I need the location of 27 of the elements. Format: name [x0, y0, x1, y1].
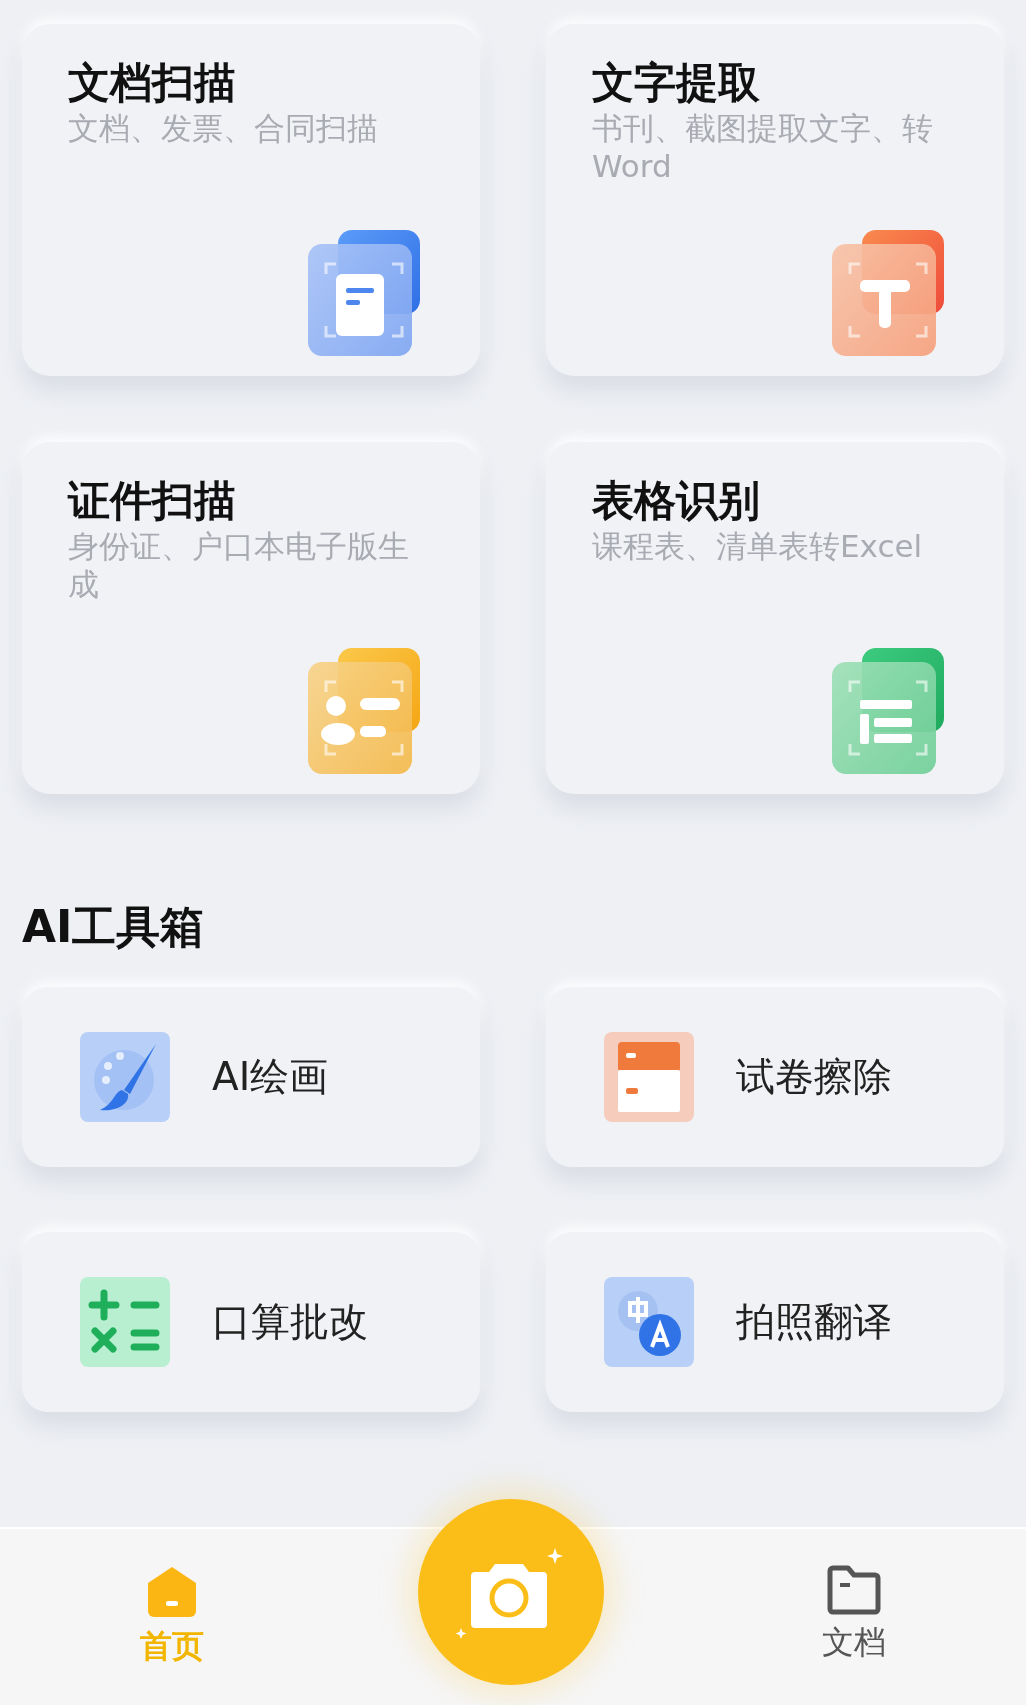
card-title: 文字提取	[592, 58, 761, 109]
feature-card[interactable]: 表格识别 课程表、清单表转Excel	[546, 442, 1004, 794]
card-title: 证件扫描	[68, 476, 237, 527]
card-title: 文档扫描	[68, 58, 237, 109]
tool-label: AI绘画	[212, 1053, 329, 1101]
card-subtitle: 身份证、户口本电子版生成	[68, 528, 410, 603]
feature-card[interactable]: 证件扫描 身份证、户口本电子版生成	[22, 442, 480, 794]
exam-paper-icon	[604, 1032, 694, 1122]
paintbrush-icon	[80, 1032, 170, 1122]
tool-label: 试卷擦除	[736, 1053, 892, 1101]
tool-card[interactable]: 口算批改	[22, 1232, 480, 1412]
translate-icon	[604, 1277, 694, 1367]
tool-label: 口算批改	[212, 1298, 368, 1346]
feature-card[interactable]: 文字提取 书刊、截图提取文字、转Word	[546, 24, 1004, 376]
tool-card[interactable]: 拍照翻译	[546, 1232, 1004, 1412]
nav-tab[interactable]: 文档	[812, 1529, 896, 1665]
tool-label: 拍照翻译	[736, 1298, 892, 1346]
card-title: 表格识别	[592, 476, 761, 527]
tool-card[interactable]: AI绘画	[22, 987, 480, 1167]
card-subtitle: 文档、发票、合同扫描	[68, 110, 379, 148]
folder-icon	[826, 1565, 882, 1615]
math-symbols-icon	[80, 1277, 170, 1367]
section-title: AI工具箱	[21, 900, 206, 954]
card-subtitle: 课程表、清单表转Excel	[592, 528, 924, 566]
card-subtitle: 书刊、截图提取文字、转Word	[592, 110, 934, 185]
tool-card[interactable]: 试卷擦除	[546, 987, 1004, 1167]
feature-card[interactable]: 文档扫描 文档、发票、合同扫描	[22, 24, 480, 376]
